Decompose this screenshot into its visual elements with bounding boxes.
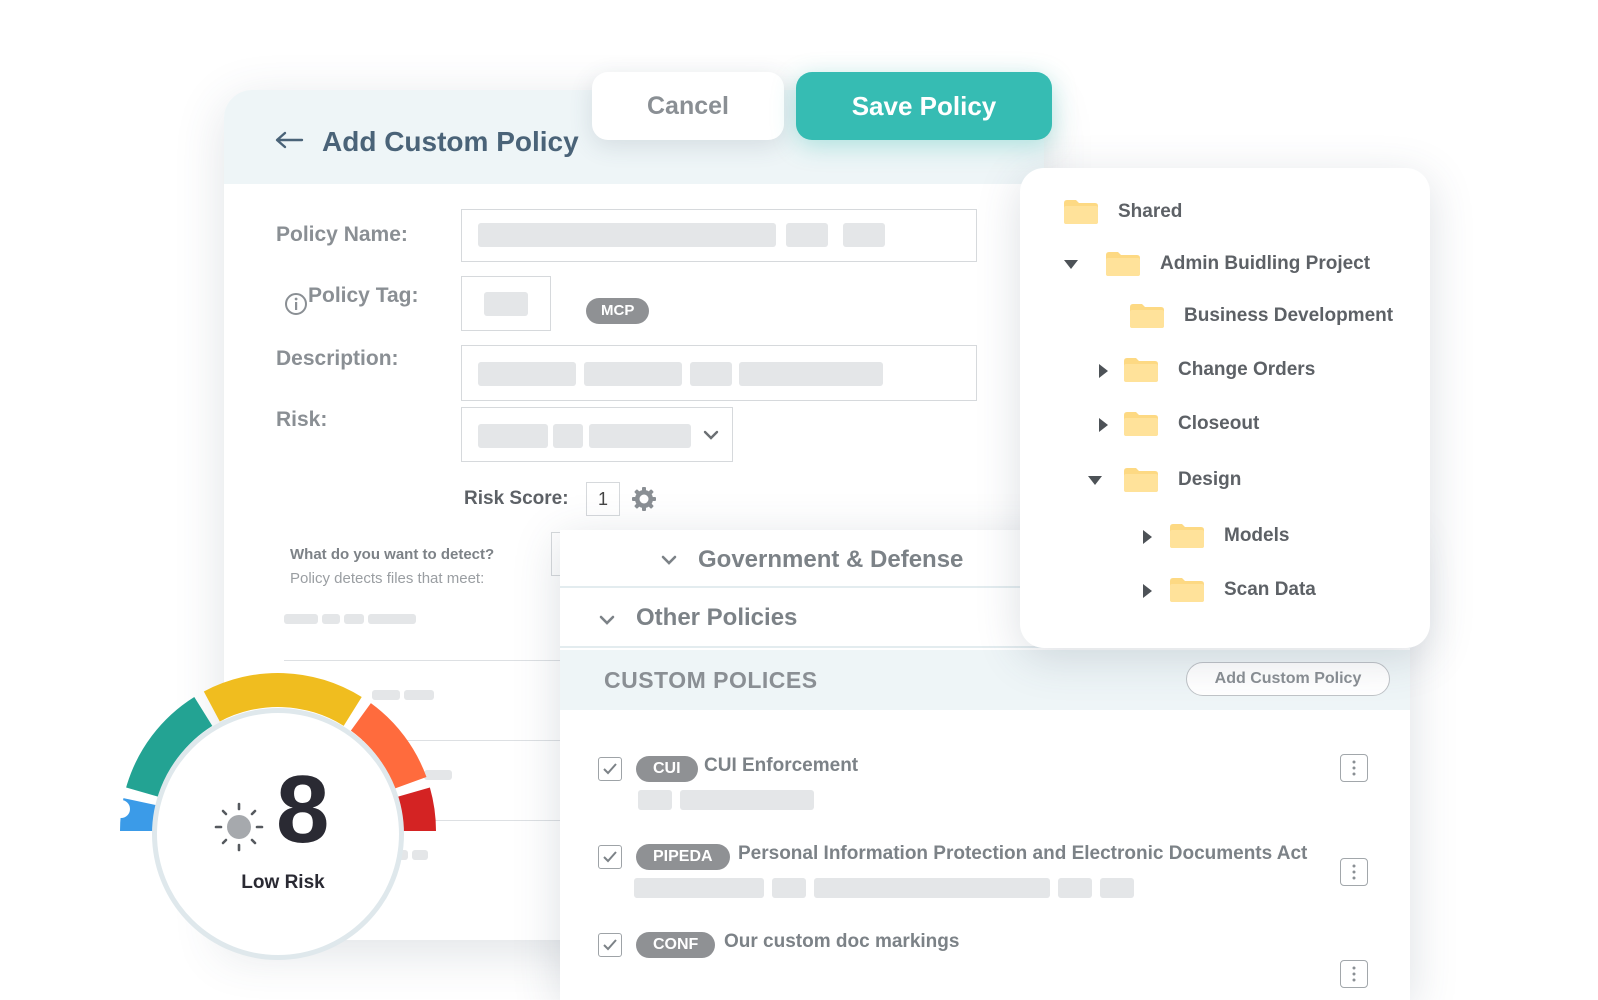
cancel-button[interactable]: Cancel — [592, 72, 784, 140]
policy-tag: PIPEDA — [636, 844, 730, 870]
folder-label: Models — [1224, 525, 1290, 546]
folder-icon — [1124, 412, 1158, 436]
more-vertical-icon — [1352, 760, 1356, 776]
caret-right-icon[interactable] — [1096, 364, 1110, 378]
folder-icon — [1124, 358, 1158, 382]
caret-right-icon[interactable] — [1096, 418, 1110, 432]
custom-policies-header: CUSTOM POLICES Add Custom Policy — [560, 650, 1410, 710]
info-circle-icon[interactable] — [284, 292, 308, 316]
folder-label: Closeout — [1178, 413, 1260, 434]
description-label: Description: — [276, 347, 399, 370]
folder-tree-panel: Shared Admin Buidling Project Business Dev… — [1020, 168, 1430, 648]
folder-tree-item[interactable]: Design — [1020, 466, 1430, 496]
folder-label: Shared — [1118, 201, 1183, 222]
checkmark-icon — [603, 763, 617, 775]
section-title: CUSTOM POLICES — [604, 667, 818, 693]
folder-tree-item[interactable]: Scan Data — [1020, 576, 1430, 606]
more-options-button[interactable] — [1340, 960, 1368, 988]
more-vertical-icon — [1352, 864, 1356, 880]
policy-row: CONF Our custom doc markings — [560, 926, 1410, 996]
chevron-down-icon — [661, 555, 677, 565]
add-custom-policy-button[interactable]: Add Custom Policy — [1186, 662, 1390, 696]
policy-name-input[interactable] — [461, 209, 977, 262]
caret-down-icon[interactable] — [1088, 474, 1102, 488]
folder-tree-item[interactable]: Admin Buidling Project — [1020, 250, 1430, 280]
folder-icon — [1106, 252, 1140, 276]
checkmark-icon — [603, 939, 617, 951]
checkmark-icon — [603, 851, 617, 863]
policy-row: PIPEDA Personal Information Protection a… — [560, 838, 1410, 908]
caret-down-icon[interactable] — [1064, 258, 1078, 272]
risk-level-label: Low Risk — [241, 872, 325, 893]
policy-row: CUI CUI Enforcement — [560, 750, 1410, 820]
folder-label: Business Development — [1184, 305, 1394, 326]
description-input[interactable] — [461, 345, 977, 401]
more-options-button[interactable] — [1340, 858, 1368, 886]
category-label: Government & Defense — [698, 546, 964, 573]
folder-icon — [1170, 578, 1204, 602]
caret-right-icon[interactable] — [1140, 530, 1154, 544]
policy-name-label: Policy Name: — [276, 223, 408, 246]
gear-icon[interactable] — [630, 485, 658, 513]
save-policy-button[interactable]: Save Policy — [796, 72, 1052, 140]
policy-tag-input[interactable] — [461, 276, 551, 331]
caret-right-icon[interactable] — [1140, 584, 1154, 598]
folder-icon — [1064, 200, 1098, 224]
category-label: Other Policies — [636, 604, 798, 631]
policy-checkbox[interactable] — [598, 845, 622, 869]
folder-label: Scan Data — [1224, 579, 1316, 600]
policy-name: Personal Information Protection and Elec… — [738, 843, 1308, 864]
page-title: Add Custom Policy — [322, 126, 579, 157]
folder-label: Change Orders — [1178, 359, 1316, 380]
policy-name: Our custom doc markings — [724, 931, 960, 952]
risk-score-value: 8 — [276, 756, 330, 863]
arrow-left-icon[interactable] — [274, 130, 304, 150]
folder-label: Design — [1178, 469, 1242, 490]
sun-icon — [214, 802, 264, 852]
policy-name: CUI Enforcement — [704, 755, 859, 776]
policy-tag-label: Policy Tag: — [308, 284, 419, 307]
folder-tree-item[interactable]: Models — [1020, 522, 1430, 552]
risk-select[interactable] — [461, 407, 733, 462]
policy-checkbox[interactable] — [598, 757, 622, 781]
folder-tree-item[interactable]: Closeout — [1020, 410, 1430, 440]
chevron-down-icon — [703, 430, 719, 440]
policy-tag: CUI — [636, 756, 698, 782]
risk-score-label: Risk Score: — [464, 488, 569, 509]
policy-tag-pill: MCP — [586, 298, 650, 324]
folder-tree-item[interactable]: Change Orders — [1020, 356, 1430, 386]
folder-tree-item[interactable]: Business Development — [1020, 302, 1430, 332]
folder-tree-item[interactable]: Shared — [1020, 198, 1430, 228]
detect-question: What do you want to detect? — [290, 546, 495, 563]
more-options-button[interactable] — [1340, 754, 1368, 782]
folder-label: Admin Buidling Project — [1160, 253, 1371, 274]
folder-icon — [1124, 468, 1158, 492]
more-vertical-icon — [1352, 966, 1356, 982]
folder-icon — [1170, 524, 1204, 548]
policy-checkbox[interactable] — [598, 933, 622, 957]
policy-tag: CONF — [636, 932, 716, 958]
detect-subtitle: Policy detects files that meet: — [290, 570, 485, 587]
gauge-marker — [112, 800, 130, 818]
risk-label: Risk: — [276, 408, 328, 431]
risk-score-input[interactable]: 1 — [586, 482, 620, 516]
chevron-down-icon — [599, 615, 615, 625]
folder-icon — [1130, 304, 1164, 328]
